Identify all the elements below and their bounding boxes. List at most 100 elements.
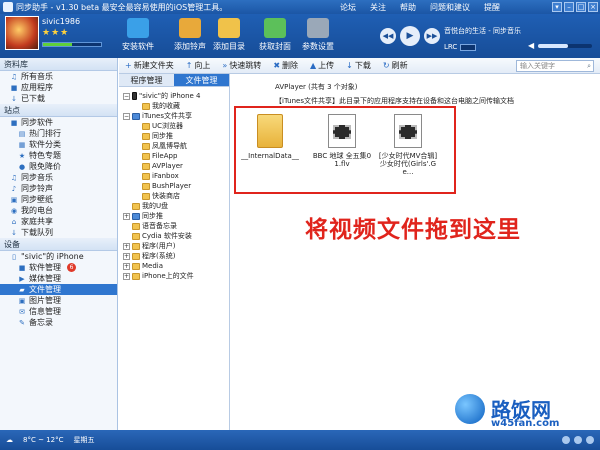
link-follow[interactable]: 关注 (370, 2, 386, 13)
close-button[interactable]: × (588, 2, 598, 12)
tab-program-manage[interactable]: 程序管理 (119, 74, 174, 86)
action-button[interactable]: ↑ 向上 (186, 60, 211, 71)
expand-icon[interactable]: + (123, 212, 130, 220)
lrc-toggle[interactable]: LRC (444, 43, 477, 51)
tree-node[interactable]: UC浏览器 (119, 121, 229, 131)
tree-node[interactable]: 同步推 (119, 131, 229, 141)
sidebar-item[interactable]: ▣ 图片管理 (0, 295, 117, 306)
upload-icon: ▲ (310, 61, 317, 70)
sidebar-item[interactable]: ● 限免降价 (0, 161, 117, 172)
sidebar-item[interactable]: ■ 应用程序 (0, 82, 117, 93)
volume-slider[interactable] (538, 44, 592, 48)
tree-node[interactable]: + 同步推 (119, 211, 229, 221)
file-name: BBC 地球 全五集01.flv (312, 152, 372, 168)
maximize-button[interactable]: □ (576, 2, 586, 12)
sidebar-item[interactable]: ▤ 热门排行 (0, 128, 117, 139)
sidebar-item[interactable]: ▣ 同步壁纸 (0, 194, 117, 205)
expand-icon[interactable]: + (123, 252, 130, 260)
expand-icon[interactable]: + (123, 242, 130, 250)
link-help[interactable]: 帮助 (400, 2, 416, 13)
file-item[interactable]: __InternalData__ (239, 114, 301, 160)
tree-node[interactable]: AVPlayer (119, 161, 229, 171)
file-item[interactable]: [少女时代MV合辑] 少女时代(Girls'.Ge... (377, 114, 439, 176)
action-button[interactable]: ▲ 上传 (310, 60, 334, 71)
link-remind[interactable]: 提醒 (484, 2, 500, 13)
action-button[interactable]: » 快速跳转 (222, 60, 261, 71)
sidebar-item[interactable]: ■ 软件管理 6 (0, 262, 117, 273)
play-icon[interactable]: ▶ (400, 26, 420, 46)
download-icon: ↓ (346, 61, 353, 70)
tree-node[interactable]: − iTunes文件共享 (119, 111, 229, 121)
search-icon[interactable]: ⌕ (587, 61, 591, 71)
sidebar-item-sync-software[interactable]: ■ 同步软件 (0, 117, 117, 128)
station-header: 站点 (0, 104, 117, 117)
previous-icon[interactable]: ◀◀ (380, 28, 396, 44)
tree-node[interactable]: − "sivic"的 iPhone 4 (119, 91, 229, 101)
app-icon: ■ (10, 118, 18, 127)
status-icon-b[interactable] (574, 436, 582, 444)
link-feedback[interactable]: 问题和建议 (430, 2, 470, 13)
action-button[interactable]: ✖ 删除 (273, 60, 298, 71)
tree-node[interactable]: 我的收藏 (119, 101, 229, 111)
expand-icon[interactable]: + (123, 262, 130, 270)
sidebar-device[interactable]: ▯ "sivic"的 iPhone (0, 251, 117, 262)
link-forum[interactable]: 论坛 (340, 2, 356, 13)
next-icon[interactable]: ▶▶ (424, 28, 440, 44)
tree-node[interactable]: iFanbox (119, 171, 229, 181)
tree-node[interactable]: BushPlayer (119, 181, 229, 191)
library-list: ♫ 所有音乐 ■ 应用程序 ↓ 已下载 (0, 71, 117, 104)
sidebar-item[interactable]: ▦ 软件分类 (0, 139, 117, 150)
current-path: AVPlayer (共有 3 个对象) (275, 83, 358, 91)
tree-node[interactable]: 凤凰博导航 (119, 141, 229, 151)
settings-button[interactable]: 参数设置 (292, 16, 344, 56)
sidebar-item[interactable]: ↓ 已下载 (0, 93, 117, 104)
sidebar-item-label: 信息管理 (29, 307, 61, 316)
sidebar-item[interactable]: ♫ 所有音乐 (0, 71, 117, 82)
sidebar-item[interactable]: ♪ 同步铃声 (0, 183, 117, 194)
status-icon-c[interactable] (586, 436, 594, 444)
file-item[interactable]: BBC 地球 全五集01.flv (311, 114, 373, 168)
action-button[interactable]: ↓ 下载 (346, 60, 371, 71)
tab-file-manage[interactable]: 文件管理 (174, 74, 229, 86)
sidebar-item[interactable]: ⌂ 家庭共享 (0, 216, 117, 227)
sidebar-item[interactable]: ▰ 文件管理 (0, 284, 117, 295)
tree-node[interactable]: 语音备忘录 (119, 221, 229, 231)
expand-icon[interactable]: + (123, 272, 130, 280)
tree-node[interactable]: 我的U盘 (119, 201, 229, 211)
sidebar-item-label: 同步壁纸 (21, 195, 53, 204)
collapse-icon[interactable]: − (123, 92, 130, 100)
bell-icon (179, 18, 201, 38)
collapse-icon[interactable]: − (123, 112, 130, 120)
install-software-button[interactable]: 安装软件 (112, 16, 164, 56)
tree-node[interactable]: Cydia 软件安装 (119, 231, 229, 241)
menu-button[interactable]: ▾ (552, 2, 562, 12)
tree-node-label: BushPlayer (152, 182, 192, 190)
tree-node-label: iPhone上的文件 (142, 272, 194, 280)
sidebar-item[interactable]: ▶ 媒体管理 (0, 273, 117, 284)
status-icons (562, 436, 594, 444)
tree-node[interactable]: + iPhone上的文件 (119, 271, 229, 281)
sidebar-item[interactable]: ✉ 信息管理 (0, 306, 117, 317)
sidebar-item[interactable]: ↓ 下载队列 (0, 227, 117, 238)
sidebar-item[interactable]: ★ 特色专题 (0, 150, 117, 161)
tree-node[interactable]: FileApp (119, 151, 229, 161)
search-input[interactable]: 输入关键字 ⌕ (516, 60, 594, 72)
sidebar-item[interactable]: ✎ 备忘录 (0, 317, 117, 328)
status-icon-a[interactable] (562, 436, 570, 444)
tree-node[interactable]: + 程序(用户) (119, 241, 229, 251)
tree-node[interactable]: + Media (119, 261, 229, 271)
lrc-switch[interactable] (460, 43, 477, 51)
sidebar-item[interactable]: ♫ 同步音乐 (0, 172, 117, 183)
minimize-button[interactable]: – (564, 2, 574, 12)
tree-node[interactable]: + 程序(系统) (119, 251, 229, 261)
tree-node[interactable]: 快装商店 (119, 191, 229, 201)
folder-icon (132, 262, 140, 270)
add-directory-button[interactable]: 添加目录 (203, 16, 255, 56)
download-icon: ↓ (11, 94, 17, 103)
folder-icon (257, 114, 283, 148)
sidebar-item[interactable]: ◉ 我的电台 (0, 205, 117, 216)
action-button[interactable]: ↻ 刷新 (383, 60, 408, 71)
action-button[interactable]: + 新建文件夹 (125, 60, 174, 71)
avatar[interactable] (5, 16, 39, 50)
action-buttons: + 新建文件夹 ↑ 向上 » 快速跳转 ✖ 删除 ▲ 上传 ↓ 下载 ↻ 刷新 (119, 60, 414, 71)
